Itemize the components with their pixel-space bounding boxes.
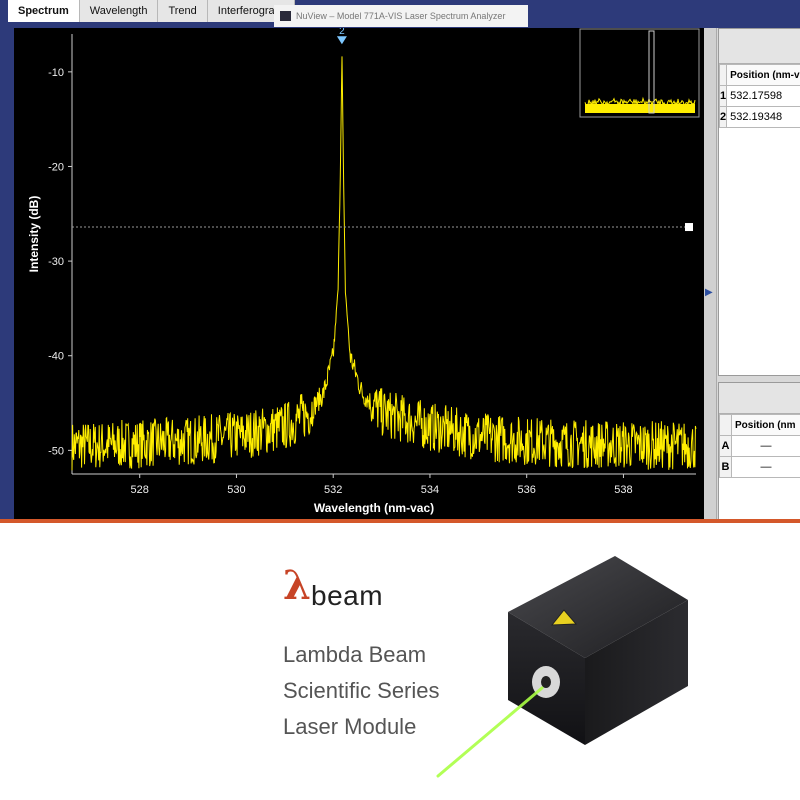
tab-trend[interactable]: Trend <box>158 0 208 22</box>
x-tick-label: 536 <box>518 484 536 496</box>
x-tick-label: 538 <box>614 484 632 496</box>
laser-beam <box>436 686 544 778</box>
aperture-hole <box>541 676 551 688</box>
expand-arrow-icon[interactable]: ▶ <box>705 287 713 298</box>
divider-rule <box>0 519 800 523</box>
product-line-2: Scientific Series <box>283 678 440 703</box>
lambda-logo-icon: λ <box>283 562 312 609</box>
right-panel: ▶ Position (nm-v 1 532.17598 2 532.19348 P… <box>704 28 800 520</box>
laser-module-image <box>436 556 688 778</box>
peak-marker-label: 2 <box>339 28 345 37</box>
tab-wavelength[interactable]: Wavelength <box>80 0 159 22</box>
cursor-table-header-bar <box>719 383 800 414</box>
x-tick-label: 532 <box>324 484 342 496</box>
window-titlebar[interactable]: NuView – Model 771A-VIS Laser Spectrum A… <box>274 5 528 27</box>
overview-fill <box>585 104 695 113</box>
y-tick-label: -50 <box>48 445 64 457</box>
x-tick-label: 530 <box>227 484 245 496</box>
tab-spectrum[interactable]: Spectrum <box>8 0 80 22</box>
spectrum-trace[interactable] <box>71 56 697 471</box>
table-row[interactable]: 1 532.17598 <box>718 85 800 107</box>
y-tick-label: -40 <box>48 351 64 363</box>
app-icon <box>280 11 291 21</box>
peak-table-pane: Position (nm-v 1 532.17598 2 532.19348 <box>718 28 800 376</box>
cursor-table: Position (nm A — B — <box>719 414 800 478</box>
x-axis-label: Wavelength (nm-vac) <box>314 501 434 515</box>
peak-table-column-header[interactable]: Position (nm-v <box>726 64 800 86</box>
peak-table-header-bar <box>719 29 800 64</box>
product-line-1: Lambda Beam <box>283 642 427 667</box>
threshold-handle[interactable] <box>685 223 693 232</box>
y-axis-label: Intensity (dB) <box>27 196 41 273</box>
analyzer-app: Spectrum Wavelength Trend Interferogram … <box>0 0 800 522</box>
brand-wordmark: beam <box>311 580 384 611</box>
cursor-table-column-header[interactable]: Position (nm <box>731 414 800 436</box>
panel-splitter[interactable]: ▶ <box>704 28 717 520</box>
view-tabs: Spectrum Wavelength Trend Interferogram <box>8 0 295 22</box>
y-tick-label: -30 <box>48 256 64 268</box>
x-tick-label: 528 <box>131 484 149 496</box>
x-tick-label: 534 <box>421 484 439 496</box>
peak-marker-icon[interactable] <box>336 36 347 45</box>
cursor-table-pane: Position (nm A — B — <box>718 382 800 520</box>
spectrum-chart[interactable]: -10 -20 -30 -40 -50 528 530 532 534 536 538 Wavelen… <box>14 28 704 520</box>
product-line-3: Laser Module <box>283 714 417 739</box>
window-title: NuView – Model 771A-VIS Laser Spectrum A… <box>296 11 506 21</box>
table-row[interactable]: 2 532.19348 <box>718 106 800 128</box>
table-row[interactable]: B — <box>719 456 800 478</box>
overview-plot[interactable] <box>579 28 700 118</box>
spectrum-plot[interactable]: -10 -20 -30 -40 -50 528 530 532 534 536 538 Wavelen… <box>14 28 704 520</box>
y-tick-label: -10 <box>48 67 64 79</box>
y-tick-label: -20 <box>48 161 64 173</box>
peak-table: Position (nm-v 1 532.17598 2 532.19348 <box>718 64 800 128</box>
table-row[interactable]: A — <box>719 435 800 457</box>
